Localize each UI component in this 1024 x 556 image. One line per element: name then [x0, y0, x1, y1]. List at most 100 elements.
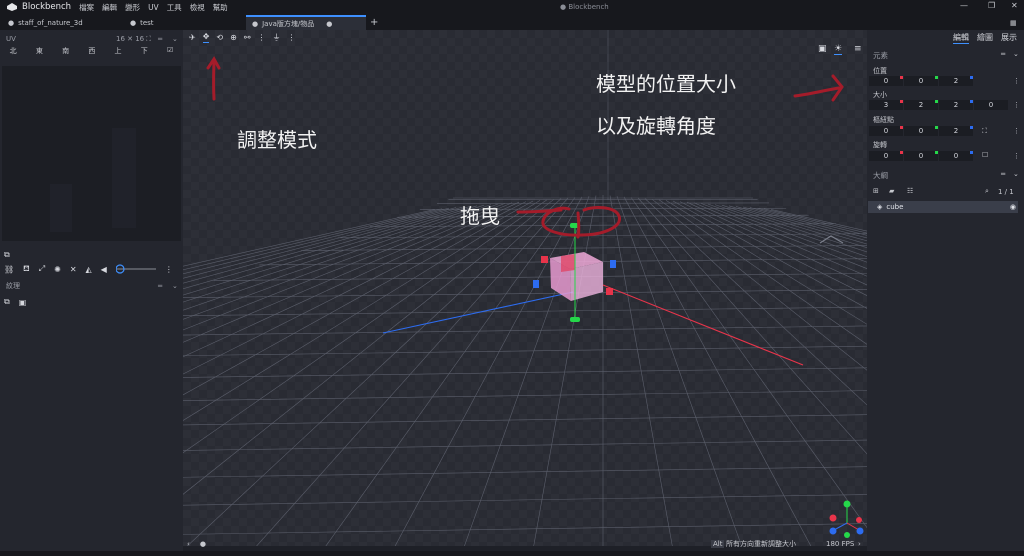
rescale-checkbox[interactable]: ☐: [982, 151, 988, 159]
pivot-y-value: 0: [918, 127, 924, 135]
face-north[interactable]: 北: [10, 46, 17, 60]
chevron-right-icon[interactable]: ›: [858, 540, 861, 548]
more-vertical-icon[interactable]: ⋮: [1013, 101, 1020, 109]
menu-view[interactable]: 檢視: [190, 2, 205, 13]
more-vertical-icon[interactable]: ⋮: [1013, 77, 1020, 85]
pivot-tool-icon[interactable]: ⊕: [230, 33, 237, 42]
face-west[interactable]: 西: [88, 46, 95, 60]
mode-display[interactable]: 展示: [1001, 32, 1017, 43]
chevron-down-icon[interactable]: ⌄: [172, 282, 178, 290]
3d-viewport[interactable]: [183, 30, 867, 546]
pivot-x-input[interactable]: 0: [869, 126, 903, 136]
menu-file[interactable]: 檔案: [79, 2, 94, 13]
size-y-input[interactable]: 2: [904, 100, 938, 110]
menu-edit[interactable]: 編輯: [102, 2, 117, 13]
chevron-down-icon[interactable]: ⌄: [172, 35, 178, 43]
clear-uv-icon[interactable]: ✕: [70, 265, 77, 274]
uv-slider[interactable]: [115, 264, 156, 274]
position-x-value: 0: [883, 77, 889, 85]
grid-floor: [183, 30, 867, 546]
outline-count: 1 / 1: [998, 188, 1014, 196]
menu-lines-icon[interactable]: ═: [158, 282, 162, 290]
outline-panel-title: 大綱: [873, 171, 888, 180]
viewport-toolbar: ✈ ✥ ⟲ ⊕ ⚯ ⋮ ⏚ ⋮: [183, 30, 867, 45]
more-vertical-icon[interactable]: ⋮: [165, 265, 173, 274]
tab-label: test: [140, 18, 154, 27]
add-group-icon[interactable]: ▰: [889, 187, 894, 195]
menu-lines-icon[interactable]: ═: [158, 35, 162, 43]
new-tab-button[interactable]: +: [370, 15, 378, 30]
restore-icon[interactable]: ❐: [988, 1, 995, 10]
position-y-value: 0: [918, 77, 924, 85]
pan-tool-icon[interactable]: ✈: [189, 33, 196, 42]
copy-icon[interactable]: ⧉: [4, 250, 10, 260]
menu-lines-icon[interactable]: ═: [1001, 50, 1005, 58]
rotation-z-input[interactable]: 0: [939, 151, 973, 161]
tab-java-block-item[interactable]: ● Java版方塊/物品 ●: [246, 15, 366, 30]
more-vertical-icon[interactable]: ⋮: [1013, 152, 1020, 160]
eye-icon[interactable]: ◉: [1010, 203, 1016, 211]
import-texture-icon[interactable]: ⧉: [4, 297, 10, 307]
face-down[interactable]: 下: [141, 46, 148, 60]
uv-editor-canvas[interactable]: [2, 66, 181, 241]
rotate-uv-icon[interactable]: ◀: [101, 265, 107, 274]
rotation-y-input[interactable]: 0: [904, 151, 938, 161]
pivot-y-input[interactable]: 0: [904, 126, 938, 136]
inflate-input[interactable]: 0: [974, 100, 1008, 110]
minimize-icon[interactable]: —: [960, 1, 968, 10]
vertex-snap-icon[interactable]: ⚯: [244, 33, 251, 42]
maximize-uv-icon[interactable]: ⤢: [39, 264, 45, 274]
center-pivot-icon[interactable]: ⛶: [982, 127, 987, 136]
tab-test[interactable]: ● test: [130, 15, 154, 30]
face-south[interactable]: 南: [62, 46, 69, 60]
chevron-left-icon[interactable]: ‹: [187, 540, 190, 548]
more-vertical-icon[interactable]: ⋮: [258, 33, 266, 42]
face-up[interactable]: 上: [115, 46, 122, 60]
paint-bucket-icon[interactable]: ⛾: [23, 264, 30, 274]
menu-help[interactable]: 幫助: [213, 2, 228, 13]
more-vertical-icon[interactable]: ⋮: [288, 33, 296, 42]
rotation-x-input[interactable]: 0: [869, 151, 903, 161]
position-z-input[interactable]: 2: [939, 76, 973, 86]
more-vertical-icon[interactable]: ⋮: [1013, 127, 1020, 135]
grid-menu-icon[interactable]: ▦: [1010, 15, 1017, 30]
transform-space-icon[interactable]: ⏚: [273, 32, 281, 43]
add-cube-icon[interactable]: ⊞: [873, 187, 879, 195]
face-east[interactable]: 東: [36, 46, 43, 60]
annotation-adjust-mode: 調整模式: [237, 128, 317, 152]
rotation-label: 旋轉: [873, 141, 887, 149]
mirror-icon[interactable]: ◭: [86, 265, 92, 274]
pivot-z-value: 2: [953, 127, 959, 135]
viewport-menu-icon[interactable]: ≡: [854, 44, 862, 54]
menu-tools[interactable]: 工具: [167, 2, 182, 13]
size-x-input[interactable]: 3: [869, 100, 903, 110]
mode-paint[interactable]: 繪圖: [977, 32, 993, 43]
chevron-down-icon[interactable]: ⌄: [1013, 50, 1019, 58]
fullscreen-icon[interactable]: ⛶: [146, 35, 151, 44]
outline-item-cube[interactable]: ◈ cube ◉: [868, 201, 1018, 213]
tab-staff-of-nature[interactable]: ● staff_of_nature_3d: [8, 15, 83, 30]
toggle-options-icon[interactable]: ☷: [907, 187, 913, 195]
pivot-z-input[interactable]: 2: [939, 126, 973, 136]
menu-transform[interactable]: 變形: [125, 2, 140, 13]
link-icon[interactable]: ⛓: [4, 265, 14, 274]
create-texture-icon[interactable]: ▣: [19, 298, 27, 307]
size-x-value: 3: [883, 101, 889, 109]
menu-uv[interactable]: UV: [148, 3, 159, 12]
person-icon[interactable]: ●: [200, 540, 206, 548]
position-x-input[interactable]: 0: [869, 76, 903, 86]
close-icon[interactable]: ✕: [1011, 1, 1018, 10]
position-y-input[interactable]: 0: [904, 76, 938, 86]
screenshot-icon[interactable]: ▣: [818, 44, 827, 54]
rotate-tool-icon[interactable]: ⟲: [216, 33, 223, 42]
checklist-icon[interactable]: ☑: [167, 46, 173, 60]
search-icon[interactable]: ⌕: [985, 187, 989, 196]
uv-size-label[interactable]: 16 ✕ 16: [116, 35, 144, 43]
chevron-down-icon[interactable]: ⌄: [1013, 170, 1019, 178]
mode-edit[interactable]: 編輯: [953, 32, 969, 44]
move-tool-icon[interactable]: ✥: [202, 32, 210, 43]
lighting-icon[interactable]: ☀: [834, 44, 843, 55]
auto-uv-icon[interactable]: ✺: [54, 265, 61, 274]
menu-lines-icon[interactable]: ═: [1001, 170, 1005, 178]
size-z-input[interactable]: 2: [939, 100, 973, 110]
